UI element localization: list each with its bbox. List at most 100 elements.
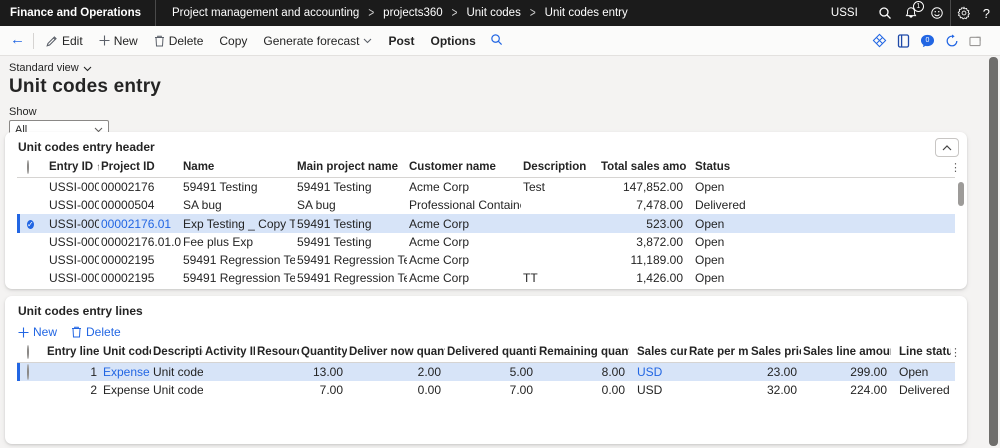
table-row[interactable]: USSI-00006 00002195 59491 Regression Tes… [17, 251, 955, 269]
row-selector[interactable] [17, 269, 47, 287]
environment-name[interactable]: USSI [831, 7, 858, 19]
breadcrumb-group[interactable]: Unit codes [466, 7, 520, 19]
delete-button[interactable]: Delete [146, 26, 212, 56]
radio-icon[interactable] [27, 345, 29, 359]
lines-new-label: New [33, 325, 57, 339]
collapse-section-button[interactable] [935, 138, 959, 157]
cell-sales-price: 32.00 [749, 381, 801, 399]
col-sales-currency[interactable]: Sales currency [629, 343, 687, 363]
col-description[interactable]: Description [151, 343, 203, 363]
col-sales-line-amount[interactable]: Sales line amount [801, 343, 891, 363]
cell-entry-id: USSI-00001 [47, 178, 99, 197]
col-entry-line-number[interactable]: Entry line number [45, 343, 101, 363]
currency-link[interactable]: USD [637, 365, 662, 379]
page-scrollbar-thumb[interactable] [989, 57, 998, 446]
alerts-bell-icon[interactable]: 1 [898, 0, 924, 26]
cell-main-project-name: 59491 Testing [295, 233, 407, 251]
cell-entry-id: USSI-00002 [47, 196, 99, 214]
col-quantity[interactable]: Quantity [299, 343, 347, 363]
table-row[interactable]: USSI-00005 00002176.01.01 Fee plus Exp 5… [17, 233, 955, 251]
feedback-smiley-icon[interactable] [924, 0, 950, 26]
col-line-status[interactable]: Line status [891, 343, 951, 363]
col-entry-id[interactable]: Entry ID ↑ [47, 158, 99, 178]
lines-delete-button[interactable]: Delete [71, 325, 121, 339]
table-row[interactable]: 2 Expense Unit code ... 7.00 0.00 7.00 0… [17, 381, 955, 399]
table-row[interactable]: USSI-00002 00000504 SA bug SA bug Profes… [17, 196, 955, 214]
cell-name: SA bug [181, 196, 295, 214]
row-selector[interactable]: ✓ [17, 214, 47, 233]
options-button[interactable]: Options [422, 26, 483, 56]
help-icon[interactable]: ? [977, 6, 1000, 21]
table-row[interactable]: USSI-00001 00002176 59491 Testing 59491 … [17, 178, 955, 197]
new-button[interactable]: New [91, 26, 146, 56]
selected-check-icon[interactable]: ✓ [27, 220, 34, 229]
col-status[interactable]: Status [687, 158, 757, 178]
grid-more-icon[interactable]: ⋮ [950, 161, 961, 174]
back-arrow-icon[interactable]: ← [8, 31, 29, 50]
col-rate-per-mile[interactable]: Rate per mile [687, 343, 749, 363]
col-total-sales-amount[interactable]: Total sales amount [599, 158, 687, 178]
view-selector[interactable]: Standard view [9, 62, 1000, 74]
col-name[interactable]: Name [181, 158, 295, 178]
options-label: Options [430, 34, 475, 48]
personalize-diamond-icon[interactable] [872, 33, 887, 48]
cell-customer-name: Acme Corp [407, 269, 521, 287]
open-in-new-window-icon[interactable] [969, 35, 982, 47]
breadcrumb-area[interactable]: projects360 [383, 7, 442, 19]
trash-icon [71, 326, 82, 338]
select-all-column[interactable] [17, 158, 47, 178]
generate-forecast-menu[interactable]: Generate forecast [255, 26, 380, 56]
col-customer-name[interactable]: Customer name [407, 158, 521, 178]
col-delivered-quantity[interactable]: Delivered quantity [445, 343, 537, 363]
row-selector[interactable] [17, 251, 47, 269]
lines-grid: ⋮ Entry line number Unit code Descriptio… [5, 343, 967, 399]
post-button[interactable]: Post [380, 26, 422, 56]
grid-more-icon[interactable]: ⋮ [950, 346, 961, 359]
table-row-selected[interactable]: 1 Expense Unit code ... 13.00 2.00 5.00 … [17, 363, 955, 382]
search-icon[interactable] [872, 0, 898, 26]
row-selector[interactable] [17, 233, 47, 251]
grid-vertical-scrollbar[interactable] [958, 182, 964, 206]
unit-code-link[interactable]: Expense [103, 365, 150, 379]
project-id-link[interactable]: 00002176.01 [101, 217, 171, 231]
command-search-icon[interactable] [484, 33, 509, 49]
row-selector[interactable] [17, 196, 47, 214]
cell-total-sales-amount: 147,852.00 [599, 178, 687, 197]
radio-icon[interactable] [27, 364, 29, 380]
lines-new-button[interactable]: New [18, 325, 57, 339]
cell-sales-currency: USD [629, 381, 687, 399]
row-selector[interactable] [17, 178, 47, 197]
col-project-id[interactable]: Project ID [99, 158, 181, 178]
col-description[interactable]: Description [521, 158, 599, 178]
breadcrumb-module[interactable]: Project management and accounting [172, 7, 359, 19]
col-main-project-name[interactable]: Main project name [295, 158, 407, 178]
cell-unit-code: Expense [101, 363, 151, 382]
col-deliver-now-quantity[interactable]: Deliver now quantity [347, 343, 445, 363]
page-scrollbar[interactable] [989, 57, 998, 446]
app-brand[interactable]: Finance and Operations [0, 7, 155, 19]
messages-bubble-icon[interactable]: 0 [920, 34, 935, 48]
row-selector[interactable] [17, 381, 45, 399]
table-row[interactable]: USSI-00012 00002195 59491 Regression Tes… [17, 269, 955, 287]
edit-button[interactable]: Edit [38, 26, 91, 56]
breadcrumb-page[interactable]: Unit codes entry [545, 7, 628, 19]
copy-label: Copy [219, 34, 247, 48]
select-all-column[interactable] [17, 343, 45, 363]
cell-description [521, 214, 599, 233]
settings-gear-icon[interactable] [951, 0, 977, 26]
col-sales-price[interactable]: Sales price [749, 343, 801, 363]
col-unit-code[interactable]: Unit code [101, 343, 151, 363]
cell-unit-code: Expense [101, 381, 151, 399]
row-selector[interactable] [17, 363, 45, 382]
copy-button[interactable]: Copy [211, 26, 255, 56]
col-resource[interactable]: Resource [255, 343, 299, 363]
cell-description: Test [521, 178, 599, 197]
task-guide-book-icon[interactable] [897, 34, 910, 48]
col-activity-id[interactable]: Activity ID [203, 343, 255, 363]
refresh-icon[interactable] [945, 34, 959, 48]
cell-status: Open [687, 178, 757, 197]
edit-label: Edit [62, 34, 83, 48]
table-row-selected[interactable]: ✓ USSI-00004 00002176.01 Exp Testing _ C… [17, 214, 955, 233]
col-remaining-quantity[interactable]: Remaining quantity [537, 343, 629, 363]
radio-icon[interactable] [27, 160, 29, 174]
